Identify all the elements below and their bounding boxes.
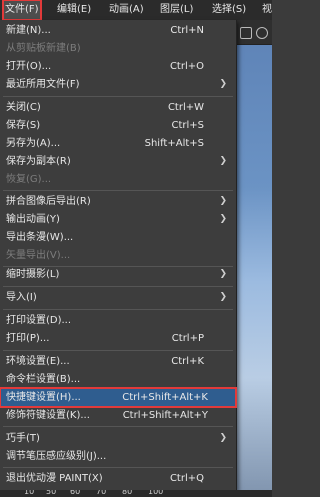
menu-item-shortcut-settings[interactable]: 快捷键设置(H)... Ctrl+Shift+Alt+K	[0, 387, 237, 408]
menu-item-new[interactable]: 新建(N)... Ctrl+N	[0, 21, 236, 40]
menu-item-shortcut: Ctrl+Shift+Alt+Y	[122, 410, 208, 421]
menu-item-timelapse[interactable]: 缩时摄影(L) ❯	[0, 265, 236, 284]
menu-item-recent-files[interactable]: 最近所用文件(F) ❯	[0, 75, 236, 94]
menu-item-shortcut: Ctrl+K	[171, 356, 204, 367]
chevron-right-icon: ❯	[219, 156, 227, 166]
tool-round-icon[interactable]	[256, 27, 268, 39]
menu-item-shortcut: Ctrl+P	[171, 333, 204, 344]
chevron-right-icon: ❯	[219, 79, 227, 89]
tool-icon[interactable]	[240, 27, 252, 39]
file-menu-dropdown: 新建(N)... Ctrl+N 从剪贴板新建(B) 打开(O)... Ctrl+…	[0, 20, 237, 491]
menu-edit[interactable]: 编辑(E)	[55, 0, 93, 20]
menu-item-save-copy[interactable]: 保存为副本(R) ❯	[0, 152, 236, 171]
menu-item-label: 保存为副本(R)	[6, 156, 71, 167]
canvas-toolbar	[236, 20, 272, 45]
menu-separator	[3, 426, 233, 427]
menu-item-revert: 恢复(G)...	[0, 170, 236, 189]
menu-item-shortcut: Ctrl+Q	[169, 473, 204, 484]
menu-item-label: 巧手(T)	[6, 433, 40, 444]
menu-item-label: 修饰符键设置(K)...	[6, 410, 90, 421]
chevron-right-icon: ❯	[219, 214, 227, 224]
menu-item-modifier-key-settings[interactable]: 修饰符键设置(K)... Ctrl+Shift+Alt+Y	[0, 406, 236, 425]
menu-item-label: 从剪贴板新建(B)	[6, 43, 81, 54]
menu-item-label: 调节笔压感应级别(J)...	[6, 451, 107, 462]
zoom-value[interactable]: 100	[148, 490, 163, 496]
menu-item-new-from-clipboard: 从剪贴板新建(B)	[0, 39, 236, 58]
menu-item-label: 拼合图像后导出(R)	[6, 196, 91, 207]
menu-item-shortcut: Ctrl+O	[169, 61, 204, 72]
menu-item-label: 环境设置(E)...	[6, 356, 70, 367]
menu-item-label: 导出条漫(W)...	[6, 232, 74, 243]
zoom-value[interactable]: 10	[24, 490, 34, 496]
menu-item-label: 最近所用文件(F)	[6, 79, 80, 90]
menu-separator	[3, 286, 233, 287]
menu-item-save-as[interactable]: 另存为(A)... Shift+Alt+S	[0, 134, 236, 153]
zoom-value[interactable]: 70	[96, 490, 106, 496]
menu-item-preferences[interactable]: 环境设置(E)... Ctrl+K	[0, 352, 236, 371]
menu-item-label: 另存为(A)...	[6, 138, 61, 149]
menu-item-exit[interactable]: 退出优动漫 PAINT(X) Ctrl+Q	[0, 469, 236, 488]
menu-item-label: 打印(P)...	[6, 333, 50, 344]
menu-layer[interactable]: 图层(L)	[158, 0, 195, 20]
menu-separator	[3, 350, 233, 351]
zoom-value[interactable]: 80	[122, 490, 132, 496]
menu-item-close[interactable]: 关闭(C) Ctrl+W	[0, 98, 236, 117]
menu-separator	[3, 190, 233, 191]
menu-item-print-settings[interactable]: 打印设置(D)...	[0, 311, 236, 330]
chevron-right-icon: ❯	[219, 269, 227, 279]
chevron-right-icon: ❯	[219, 196, 227, 206]
menu-item-export-animation[interactable]: 输出动画(Y) ❯	[0, 210, 236, 229]
menu-item-label: 命令栏设置(B)...	[6, 374, 81, 385]
menu-item-command-bar-settings[interactable]: 命令栏设置(B)...	[0, 370, 236, 389]
menu-item-label: 缩时摄影(L)	[6, 269, 60, 280]
menu-animation[interactable]: 动画(A)	[107, 0, 146, 20]
menu-select[interactable]: 选择(S)	[210, 0, 248, 20]
menu-item-label: 打开(O)...	[6, 61, 52, 72]
menu-item-shortcut: Ctrl+S	[171, 120, 204, 131]
menu-item-export-webtoon[interactable]: 导出条漫(W)...	[0, 228, 236, 247]
menu-bar: 文件(F) 编辑(E) 动画(A) 图层(L) 选择(S) 视	[0, 0, 272, 21]
menu-separator	[3, 96, 233, 97]
menu-separator	[3, 467, 233, 468]
menu-item-label: 导入(I)	[6, 292, 37, 303]
menu-item-shortcut: Ctrl+N	[170, 25, 204, 36]
menu-item-import[interactable]: 导入(I) ❯	[0, 288, 236, 307]
zoom-bar: 10 50 60 70 80 100	[0, 490, 272, 497]
menu-item-export-flattened[interactable]: 拼合图像后导出(R) ❯	[0, 192, 236, 211]
canvas-area[interactable]	[236, 20, 272, 497]
menu-item-label: 打印设置(D)...	[6, 315, 72, 326]
menu-item-open[interactable]: 打开(O)... Ctrl+O	[0, 57, 236, 76]
menu-item-label: 关闭(C)	[6, 102, 41, 113]
chevron-right-icon: ❯	[219, 433, 227, 443]
menu-item-shortcut: Ctrl+Shift+Alt+K	[122, 392, 208, 403]
menu-item-label: 退出优动漫 PAINT(X)	[6, 473, 103, 484]
menu-item-shortcut: Ctrl+W	[167, 102, 204, 113]
menu-file[interactable]: 文件(F)	[2, 0, 42, 21]
menu-item-shortcut: Shift+Alt+S	[144, 138, 204, 149]
menu-item-label: 矢量导出(V)...	[6, 250, 71, 261]
menu-item-label: 快捷键设置(H)...	[6, 392, 81, 403]
menu-item-label: 保存(S)	[6, 120, 41, 131]
menu-view[interactable]: 视	[260, 0, 274, 20]
menu-item-vector-export: 矢量导出(V)...	[0, 246, 236, 265]
zoom-value[interactable]: 60	[70, 490, 80, 496]
chevron-right-icon: ❯	[219, 292, 227, 302]
menu-separator	[3, 309, 233, 310]
zoom-value[interactable]: 50	[46, 490, 56, 496]
menu-item-label: 恢复(G)...	[6, 174, 52, 185]
menu-item-print[interactable]: 打印(P)... Ctrl+P	[0, 329, 236, 348]
menu-item-pen-pressure[interactable]: 调节笔压感应级别(J)...	[0, 447, 236, 466]
menu-item-tips[interactable]: 巧手(T) ❯	[0, 429, 236, 448]
menu-item-label: 输出动画(Y)	[6, 214, 60, 225]
menu-item-save[interactable]: 保存(S) Ctrl+S	[0, 116, 236, 135]
menu-item-label: 新建(N)...	[6, 25, 51, 36]
